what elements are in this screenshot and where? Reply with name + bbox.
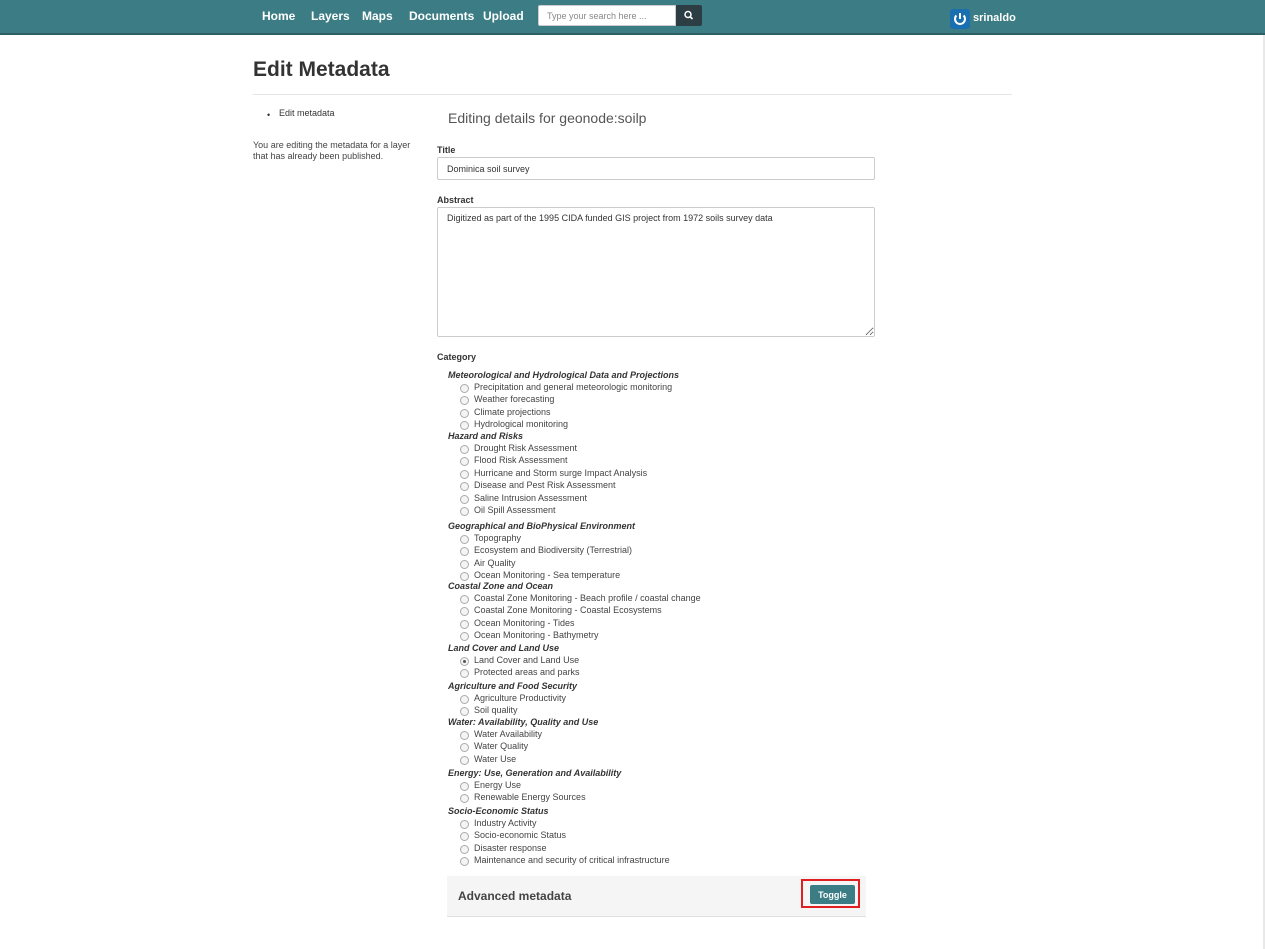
category-radio[interactable] [460,657,469,666]
category-radio[interactable] [460,507,469,516]
category-radio[interactable] [460,743,469,753]
title-label: Title [437,145,456,155]
category-option-label[interactable]: Water Quality [474,741,528,751]
category-option-label[interactable]: Precipitation and general meteorologic m… [474,382,672,392]
category-radio[interactable] [460,820,469,829]
category-radio[interactable] [460,844,469,854]
advanced-metadata-panel: Advanced metadata Toggle [447,876,866,917]
category-option-label[interactable]: Disease and Pest Risk Assessment [474,480,616,490]
category-option-label[interactable]: Protected areas and parks [474,667,580,677]
category-radio[interactable] [460,619,469,629]
nav-upload[interactable]: Upload [483,9,524,23]
category-option-label[interactable]: Agriculture Productivity [474,693,566,703]
category-radio[interactable] [460,632,469,642]
category-group-label: Water: Availability, Quality and Use [448,717,599,727]
category-option-label[interactable]: Energy Use [474,780,521,790]
category-radio[interactable] [460,607,469,617]
category-group-label: Energy: Use, Generation and Availability [448,768,622,778]
category-option-label[interactable]: Water Availability [474,729,542,739]
nav-documents[interactable]: Documents [409,9,474,23]
category-option-label[interactable]: Socio-economic Status [474,830,566,840]
category-option-label[interactable]: Drought Risk Assessment [474,443,577,453]
category-radio[interactable] [460,469,469,479]
category-option-label[interactable]: Soil quality [474,705,518,715]
power-icon [954,13,966,25]
category-radio[interactable] [460,832,469,842]
category-option-label[interactable]: Ocean Monitoring - Tides [474,618,575,628]
category-radio[interactable] [460,384,469,393]
category-radio[interactable] [460,547,469,557]
category-option-label[interactable]: Renewable Energy Sources [474,792,586,802]
category-radio[interactable] [460,794,469,804]
sidebar-description: You are editing the metadata for a layer… [253,140,411,161]
category-radio[interactable] [460,396,469,406]
advanced-metadata-title: Advanced metadata [458,889,572,903]
top-navbar: Home Layers Maps Documents Upload srinal… [0,0,1265,35]
nav-home[interactable]: Home [262,9,295,23]
category-radio[interactable] [460,559,469,569]
category-group-label: Land Cover and Land Use [448,643,560,653]
category-radio[interactable] [460,755,469,765]
search-icon [684,10,694,20]
sidebar-edit-metadata-link[interactable]: Edit metadata [279,108,335,118]
category-option-label[interactable]: Flood Risk Assessment [474,455,568,465]
title-field[interactable] [437,157,875,180]
category-group-label: Geographical and BioPhysical Environment [448,521,636,531]
bullet: • [267,110,271,120]
category-option-label[interactable]: Ocean Monitoring - Sea temperature [474,570,620,580]
category-radio[interactable] [460,857,469,867]
category-option-label[interactable]: Coastal Zone Monitoring - Coastal Ecosys… [474,605,662,615]
category-option-label[interactable]: Topography [474,533,521,543]
username-link[interactable]: srinaldo [973,12,1016,24]
category-option-label[interactable]: Hurricane and Storm surge Impact Analysi… [474,468,647,478]
category-radio[interactable] [460,595,469,604]
category-option-label[interactable]: Ocean Monitoring - Bathymetry [474,630,599,640]
page-title: Edit Metadata [253,58,390,81]
abstract-field[interactable]: Digitized as part of the 1995 CIDA funde… [437,207,875,337]
editing-heading: Editing details for geonode:soilp [448,110,647,126]
category-option-label[interactable]: Water Use [474,754,516,764]
category-option-label[interactable]: Air Quality [474,558,516,568]
category-group-label: Agriculture and Food Security [448,681,578,691]
category-option-label[interactable]: Coastal Zone Monitoring - Beach profile … [474,593,701,603]
category-group-label: Socio-Economic Status [448,806,549,816]
category-radio[interactable] [460,731,469,740]
category-radio[interactable] [460,572,469,582]
search-button[interactable] [676,5,702,26]
category-option-label[interactable]: Oil Spill Assessment [474,505,556,515]
category-option-label[interactable]: Hydrological monitoring [474,419,568,429]
category-radio[interactable] [460,669,469,679]
category-radio[interactable] [460,482,469,492]
category-radio[interactable] [460,535,469,544]
abstract-label: Abstract [437,195,474,205]
nav-maps[interactable]: Maps [362,9,393,23]
category-radio[interactable] [460,695,469,704]
category-group-label: Coastal Zone and Ocean [448,581,554,591]
category-option-label[interactable]: Maintenance and security of critical inf… [474,855,670,865]
category-option-label[interactable]: Weather forecasting [474,394,554,404]
nav-layers[interactable]: Layers [311,9,350,23]
category-option-label[interactable]: Ecosystem and Biodiversity (Terrestrial) [474,545,632,555]
category-group-label: Meteorological and Hydrological Data and… [448,370,680,380]
category-option-label[interactable]: Land Cover and Land Use [474,655,579,665]
category-radio[interactable] [460,445,469,454]
category-radio[interactable] [460,494,469,504]
category-option-label[interactable]: Industry Activity [474,818,537,828]
user-avatar[interactable] [950,9,970,29]
category-radio[interactable] [460,707,469,717]
toggle-highlight-box: Toggle [801,879,860,908]
category-label: Category [437,352,477,362]
category-radio[interactable] [460,408,469,418]
toggle-button[interactable]: Toggle [810,885,855,904]
category-group-label: Hazard and Risks [448,431,524,441]
divider [253,94,1012,95]
category-radio[interactable] [460,457,469,467]
category-radio[interactable] [460,421,469,431]
search-input[interactable] [538,5,676,26]
category-radio[interactable] [460,782,469,791]
category-option-label[interactable]: Climate projections [474,407,551,417]
category-option-label[interactable]: Saline Intrusion Assessment [474,493,587,503]
category-option-label[interactable]: Disaster response [474,843,547,853]
